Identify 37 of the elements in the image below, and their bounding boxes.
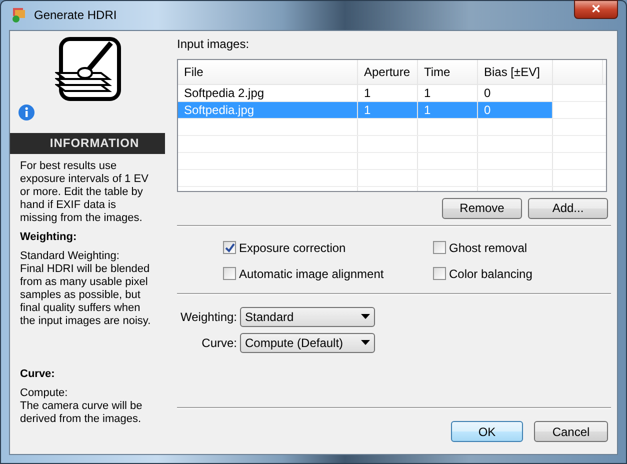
column-header[interactable]: File <box>178 60 358 84</box>
checkbox[interactable] <box>223 267 236 280</box>
checkbox[interactable] <box>433 241 446 254</box>
checkbox-label: Ghost removal <box>449 240 528 257</box>
checkbox-label: Color balancing <box>449 266 532 283</box>
checkbox-label: Automatic image alignment <box>239 266 384 283</box>
table-button[interactable]: Remove <box>442 198 522 219</box>
dialog-button[interactable]: OK <box>451 421 523 442</box>
column-header[interactable]: Aperture <box>358 60 418 84</box>
checkbox[interactable] <box>223 241 236 254</box>
input-images-label: Input images: <box>177 36 250 53</box>
info-text: Compute: <box>20 386 69 400</box>
window-title: Generate HDRI <box>34 7 117 24</box>
column-header[interactable]: Bias [±EV] <box>478 60 553 84</box>
checkbox-label: Exposure correction <box>239 240 346 257</box>
checkbox[interactable] <box>433 267 446 280</box>
brush-icon <box>54 36 120 103</box>
info-text: For best results use exposure intervals of 1 EV or more. Edit the table by hand if EXIF data is missing from the images. <box>19 160 150 225</box>
info-text: Final HDRI will be blended from as many usable pixel samples as possible, but final quality suffers when the input images are noisy. <box>20 262 152 328</box>
dropdown[interactable]: Compute (Default) <box>240 332 375 353</box>
info-icon <box>18 104 35 121</box>
table-row[interactable]: Softpedia 2.jpg 1 1 0 <box>178 84 553 101</box>
info-text: The camera curve will be derived from the images. <box>20 400 144 426</box>
dropdown-label: Weighting: <box>180 308 237 326</box>
dropdown-label: Curve: <box>200 334 237 352</box>
caret-icon <box>361 314 370 320</box>
table-button[interactable]: Add... <box>528 198 608 219</box>
caret-icon <box>361 340 370 346</box>
app-icon <box>12 7 28 24</box>
dropdown[interactable]: Standard <box>240 306 375 327</box>
section-title: Curve: <box>19 368 56 381</box>
column-header[interactable]: Time <box>418 60 478 84</box>
dialog-button[interactable]: Cancel <box>534 421 608 442</box>
info-text: Standard Weighting: <box>20 250 120 263</box>
section-title: Weighting: <box>19 230 78 244</box>
information-header: INFORMATION <box>10 132 165 154</box>
close-button[interactable]: ✕ <box>574 0 618 19</box>
